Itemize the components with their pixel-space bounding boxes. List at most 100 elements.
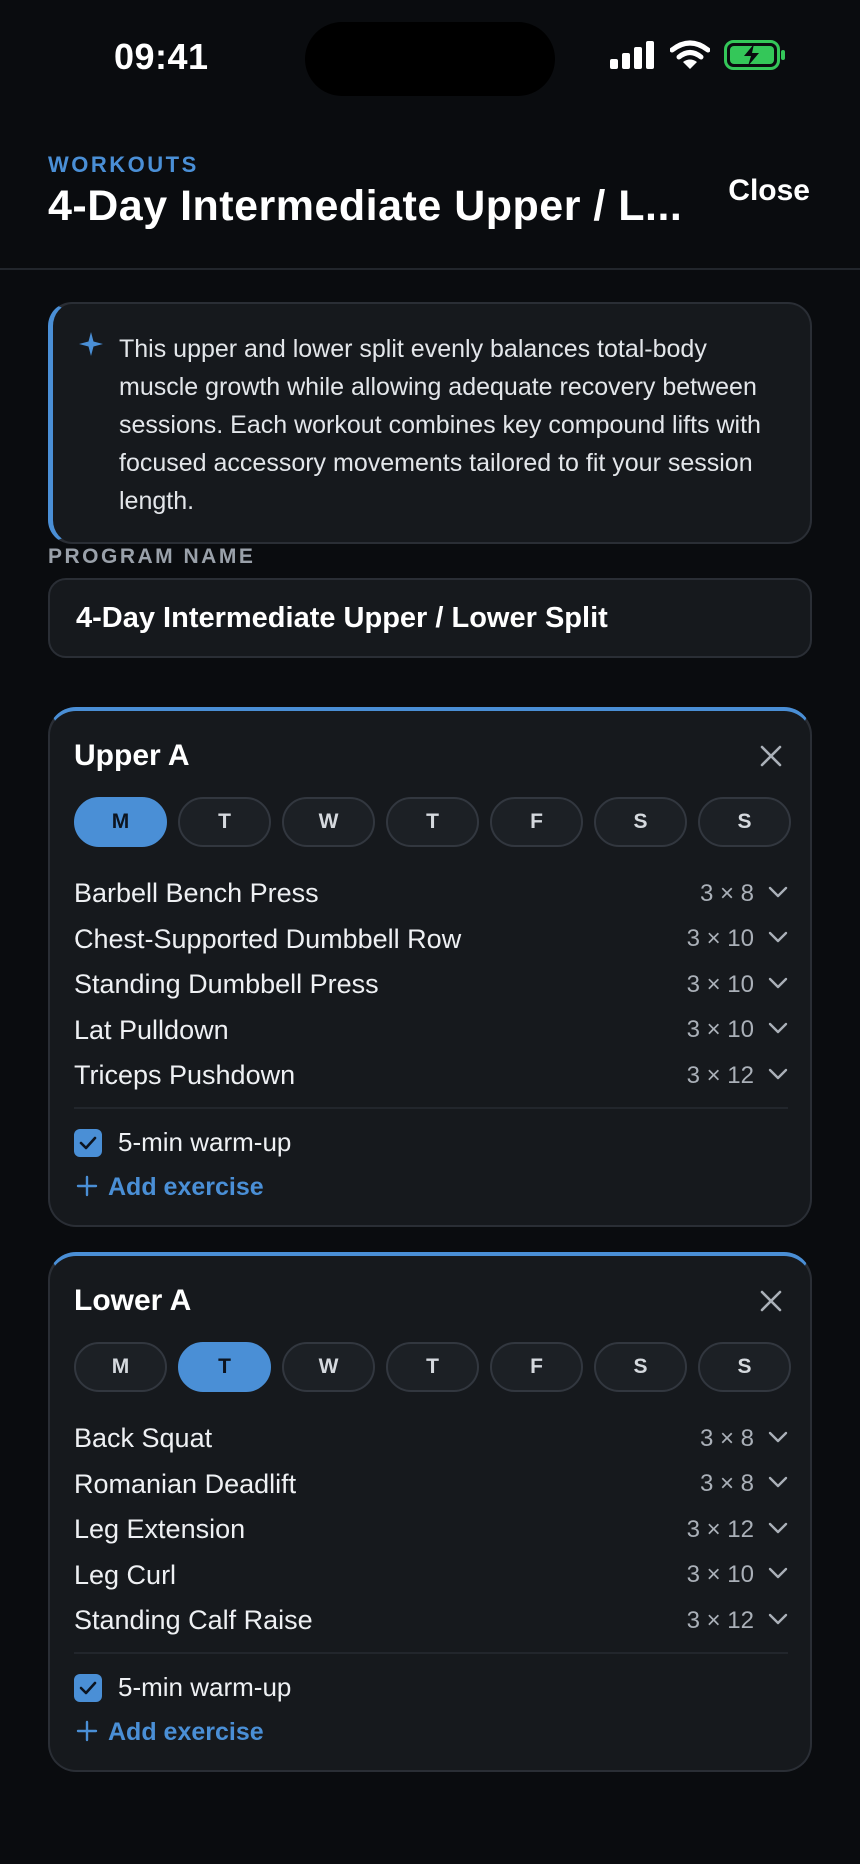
exercise-row[interactable]: Back Squat 3 × 8 — [74, 1416, 788, 1462]
section-eyebrow: WORKOUTS — [48, 152, 199, 177]
exercise-sets-control: 3 × 8 — [700, 880, 788, 908]
chevron-down-icon[interactable] — [768, 885, 788, 903]
page-title: 4-Day Intermediate Upper / L... — [48, 182, 683, 230]
chevron-down-icon[interactable] — [768, 1067, 788, 1085]
add-exercise-label: Add exercise — [108, 1173, 264, 1201]
warmup-toggle[interactable]: 5-min warm-up — [74, 1672, 291, 1703]
chevron-down-icon[interactable] — [768, 1521, 788, 1539]
day-toggle[interactable]: F — [490, 1342, 583, 1392]
divider — [74, 1652, 788, 1654]
exercise-name: Standing Dumbbell Press — [74, 969, 379, 1000]
chevron-down-icon[interactable] — [768, 930, 788, 948]
day-selector: MTWTFSS — [74, 797, 791, 847]
wifi-icon — [669, 40, 711, 75]
battery-icon — [724, 40, 786, 75]
exercise-row[interactable]: Romanian Deadlift 3 × 8 — [74, 1462, 788, 1508]
day-toggle[interactable]: M — [74, 797, 167, 847]
warmup-label: 5-min warm-up — [118, 1127, 292, 1157]
day-toggle[interactable]: S — [594, 797, 687, 847]
day-toggle[interactable]: M — [74, 1342, 167, 1392]
day-toggle[interactable]: T — [386, 1342, 479, 1392]
program-description: This upper and lower split evenly balanc… — [119, 335, 761, 515]
exercise-name: Standing Calf Raise — [74, 1605, 313, 1636]
exercise-sets: 3 × 10 — [686, 1561, 754, 1589]
exercise-list: Back Squat 3 × 8 Romanian Deadlift 3 × 8 Leg… — [74, 1416, 788, 1644]
exercise-sets: 3 × 8 — [699, 1424, 754, 1452]
chevron-down-icon[interactable] — [768, 976, 788, 994]
program-name-input[interactable]: 4-Day Intermediate Upper / Lower Split — [48, 578, 812, 658]
exercise-sets-control: 3 × 12 — [687, 1062, 788, 1090]
exercise-row[interactable]: Barbell Bench Press 3 × 8 — [74, 871, 788, 917]
exercise-sets-control: 3 × 12 — [687, 1607, 788, 1635]
chevron-down-icon[interactable] — [768, 1475, 788, 1493]
add-exercise-button[interactable]: Add exercise — [76, 1718, 264, 1747]
chevron-down-icon[interactable] — [768, 1430, 788, 1448]
exercise-sets: 3 × 10 — [686, 970, 754, 998]
exercise-row[interactable]: Standing Dumbbell Press 3 × 10 — [74, 962, 788, 1008]
exercise-row[interactable]: Triceps Pushdown 3 × 12 — [74, 1053, 788, 1099]
exercise-name: Leg Extension — [74, 1514, 246, 1545]
signal-icon — [610, 41, 656, 74]
status-time: 09:41 — [114, 36, 209, 77]
exercise-name: Lat Pulldown — [74, 1014, 229, 1045]
workout-card: Upper A M T W T F S S Barbell Bench Press 3 × 8 Ch… — [48, 707, 812, 1227]
exercise-name: Barbell Bench Press — [74, 878, 319, 909]
exercise-sets-control: 3 × 8 — [700, 1470, 788, 1498]
day-toggle[interactable]: T — [386, 797, 479, 847]
exercise-sets-control: 3 × 10 — [687, 1561, 788, 1589]
exercise-name: Romanian Deadlift — [74, 1468, 297, 1499]
exercise-sets-control: 3 × 10 — [687, 1016, 788, 1044]
add-exercise-button[interactable]: Add exercise — [76, 1173, 264, 1202]
exercise-row[interactable]: Leg Extension 3 × 12 — [74, 1507, 788, 1553]
exercise-row[interactable]: Chest-Supported Dumbbell Row 3 × 10 — [74, 917, 788, 963]
day-toggle[interactable]: T — [178, 1342, 271, 1392]
day-toggle[interactable]: W — [282, 1342, 375, 1392]
plus-icon — [76, 1175, 98, 1200]
plus-icon — [76, 1720, 98, 1745]
exercise-sets-control: 3 × 10 — [687, 971, 788, 999]
exercise-sets-control: 3 × 12 — [687, 1516, 788, 1544]
chevron-down-icon[interactable] — [768, 1021, 788, 1039]
program-description-callout: This upper and lower split evenly balanc… — [48, 302, 812, 544]
chevron-down-icon[interactable] — [768, 1612, 788, 1630]
exercise-sets-control: 3 × 8 — [700, 1425, 788, 1453]
warmup-toggle[interactable]: 5-min warm-up — [74, 1127, 291, 1158]
divider — [74, 1107, 788, 1109]
exercise-sets: 3 × 10 — [686, 1016, 754, 1044]
exercise-name: Triceps Pushdown — [74, 1060, 296, 1091]
exercise-sets: 3 × 8 — [699, 1470, 754, 1498]
day-toggle[interactable]: T — [178, 797, 271, 847]
day-toggle[interactable]: S — [594, 1342, 687, 1392]
exercise-list: Barbell Bench Press 3 × 8 Chest-Supported … — [74, 871, 788, 1099]
day-selector: MTWTFSS — [74, 1342, 791, 1392]
exercise-name: Back Squat — [74, 1423, 213, 1454]
exercise-sets: 3 × 12 — [686, 1515, 754, 1543]
exercise-sets: 3 × 10 — [686, 925, 754, 953]
exercise-sets: 3 × 12 — [686, 1606, 754, 1634]
workout-title: Lower A — [74, 1284, 192, 1317]
day-toggle[interactable]: S — [698, 797, 791, 847]
check-icon — [79, 1136, 97, 1149]
warmup-checkbox[interactable] — [74, 1673, 102, 1702]
status-bar: 09:41 — [0, 0, 860, 110]
warmup-label: 5-min warm-up — [118, 1672, 292, 1702]
exercise-row[interactable]: Leg Curl 3 × 10 — [74, 1553, 788, 1599]
check-icon — [79, 1681, 97, 1694]
day-toggle[interactable]: F — [490, 797, 583, 847]
chevron-down-icon[interactable] — [768, 1566, 788, 1584]
exercise-name: Leg Curl — [74, 1559, 177, 1590]
status-icons — [610, 40, 786, 75]
exercise-name: Chest-Supported Dumbbell Row — [74, 923, 462, 954]
warmup-checkbox[interactable] — [74, 1128, 102, 1157]
add-exercise-label: Add exercise — [108, 1718, 264, 1746]
close-icon[interactable] — [758, 743, 784, 769]
exercise-row[interactable]: Standing Calf Raise 3 × 12 — [74, 1598, 788, 1644]
day-toggle[interactable]: S — [698, 1342, 791, 1392]
header: WORKOUTS 4-Day Intermediate Upper / L...… — [0, 110, 860, 270]
exercise-sets-control: 3 × 10 — [687, 925, 788, 953]
exercise-row[interactable]: Lat Pulldown 3 × 10 — [74, 1008, 788, 1054]
close-icon[interactable] — [758, 1288, 784, 1314]
day-toggle[interactable]: W — [282, 797, 375, 847]
close-button[interactable]: Close — [728, 174, 810, 208]
exercise-sets: 3 × 12 — [686, 1061, 754, 1089]
